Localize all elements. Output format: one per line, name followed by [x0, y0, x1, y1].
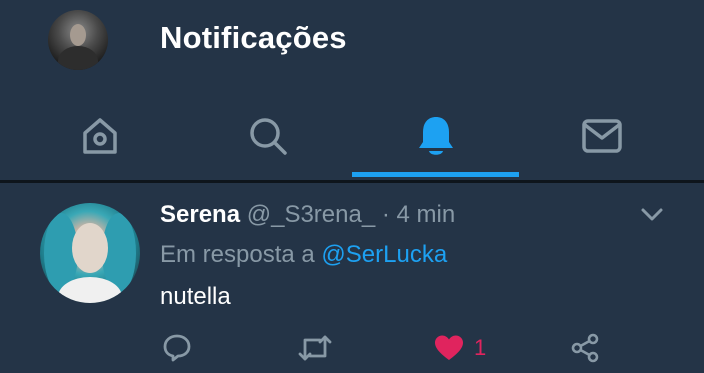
home-icon — [83, 118, 117, 154]
like-button[interactable]: 1 — [434, 328, 486, 368]
author-line: Serena @_S3rena_ · 4 min — [160, 201, 455, 229]
action-bar: 1 — [0, 328, 704, 368]
separator: · — [381, 201, 390, 228]
author-handle[interactable]: @_S3rena_ — [247, 201, 375, 228]
more-options-button[interactable] — [640, 207, 664, 228]
chevron-down-icon — [641, 208, 663, 221]
share-icon — [571, 333, 599, 363]
avatar-body — [58, 46, 98, 70]
search-icon — [250, 118, 287, 155]
bell-icon — [419, 117, 453, 155]
author-name[interactable]: Serena — [160, 201, 240, 228]
heart-icon — [435, 335, 463, 360]
mail-icon — [582, 119, 622, 153]
tab-bar — [0, 92, 704, 180]
app-header: Notificações — [0, 0, 704, 180]
user-avatar[interactable] — [48, 10, 108, 70]
avatar[interactable] — [40, 203, 140, 303]
page-title: Notificações — [160, 20, 347, 55]
tab-messages[interactable] — [514, 92, 690, 180]
reply-context: Em resposta a @SerLucka — [160, 241, 447, 269]
retweet-icon — [298, 335, 332, 361]
share-button[interactable] — [570, 328, 600, 368]
like-count: 1 — [474, 335, 487, 360]
tweet-text: nutella — [160, 283, 231, 310]
reply-mention-link[interactable]: @SerLucka — [321, 241, 447, 268]
notification-item[interactable]: Serena @_S3rena_ · 4 min Em resposta a @… — [0, 183, 704, 373]
reply-button[interactable] — [162, 328, 192, 368]
reply-icon — [163, 334, 191, 362]
avatar-face — [72, 223, 108, 273]
timestamp: 4 min — [396, 201, 456, 228]
avatar-face — [70, 24, 86, 46]
tab-home[interactable] — [12, 92, 188, 180]
reply-prefix: Em resposta a — [160, 241, 315, 268]
active-tab-indicator — [352, 172, 519, 177]
tab-notifications[interactable] — [348, 92, 524, 180]
tab-search[interactable] — [180, 92, 356, 180]
retweet-button[interactable] — [298, 328, 332, 368]
